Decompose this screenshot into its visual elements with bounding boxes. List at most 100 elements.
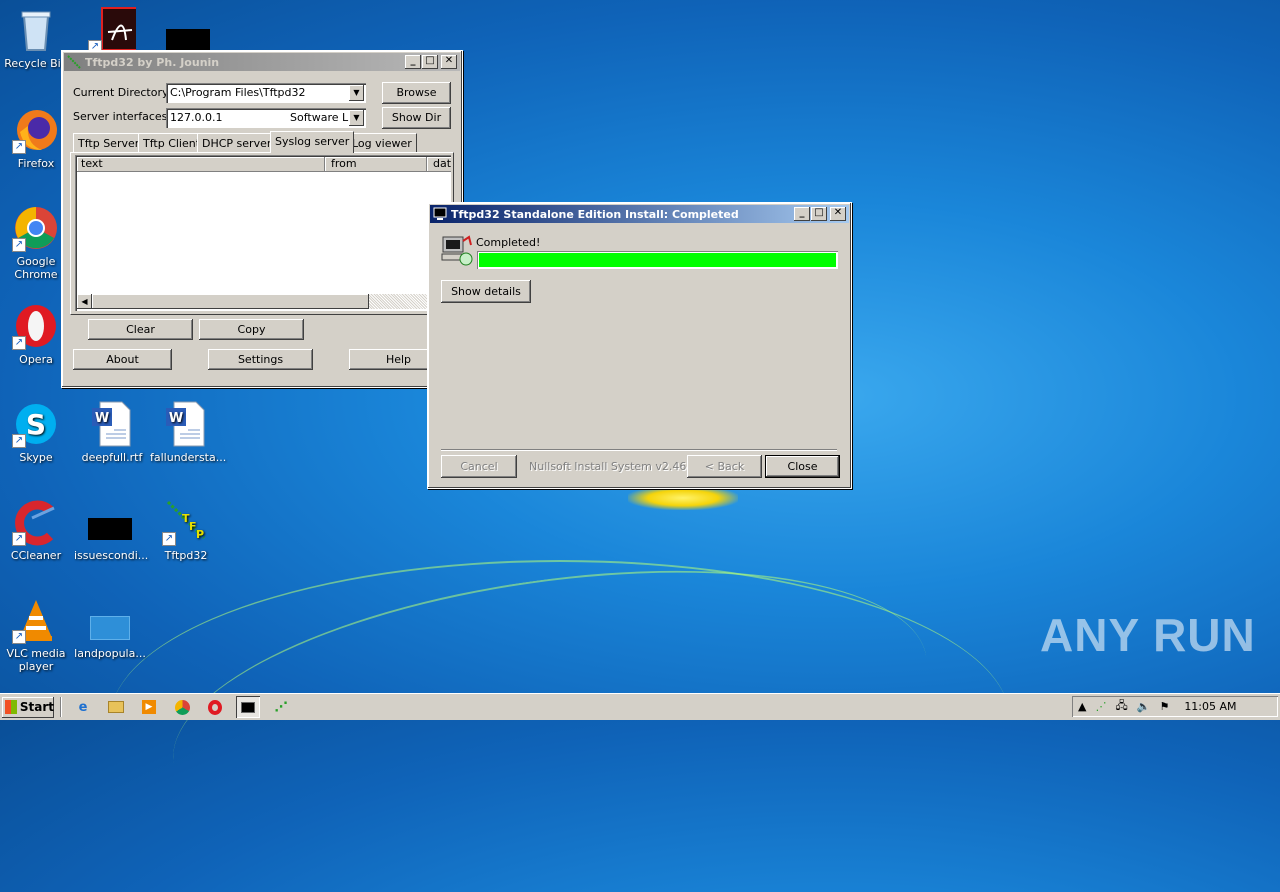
maximize-button[interactable]: □	[811, 207, 827, 221]
minimize-button[interactable]: _	[405, 55, 421, 69]
chevron-down-icon[interactable]: ▼	[349, 110, 364, 126]
tab-log-viewer[interactable]: Log viewer	[347, 133, 417, 152]
nsis-branding: Nullsoft Install System v2.46	[529, 460, 687, 473]
anyrun-watermark: ANY RUN	[1040, 609, 1256, 661]
taskbar-separator	[60, 697, 62, 717]
media-player-icon[interactable]: ▶	[137, 696, 161, 718]
desktop-icon-fallunderstand[interactable]: W fallundersta...	[150, 400, 227, 464]
ccleaner-icon: ↗	[12, 498, 60, 546]
chrome-taskbar-icon[interactable]	[170, 696, 194, 718]
acrobat-icon: ↗	[88, 6, 145, 54]
installer-footer-divider	[441, 449, 837, 451]
blank-file-icon	[86, 596, 134, 644]
window-title: Tftpd32 by Ph. Jounin	[85, 55, 220, 69]
shortcut-arrow-icon: ↗	[12, 532, 26, 546]
system-tray: ▲ ⋰ 🖧 🔈 ⚑ 11:05 AM	[1072, 696, 1278, 717]
wallpaper-flare	[628, 486, 738, 510]
svg-text:S: S	[26, 408, 46, 441]
desktop-icon-ccleaner[interactable]: ↗ CCleaner	[0, 498, 72, 562]
tftpd32-taskbar-icon[interactable]: ⋰	[269, 696, 293, 718]
close-window-button[interactable]: ✕	[441, 55, 457, 69]
word-document-icon: W	[88, 400, 136, 448]
maximize-button[interactable]: □	[422, 55, 438, 69]
server-interfaces-suffix: Software L	[290, 111, 349, 124]
scroll-left-button[interactable]: ◀	[77, 294, 92, 309]
opera-icon: ↗	[12, 302, 60, 350]
server-interfaces-combobox[interactable]: 127.0.0.1 Software L ▼	[166, 108, 366, 128]
installer-taskbar-button[interactable]	[236, 696, 260, 718]
scroll-thumb[interactable]	[92, 294, 369, 309]
chrome-icon: ↗	[12, 204, 60, 252]
list-header: text from dat	[77, 157, 451, 172]
current-directory-value: C:\Program Files\Tftpd32	[170, 86, 306, 99]
ie-icon[interactable]: e	[71, 696, 95, 718]
settings-button[interactable]: Settings	[208, 349, 313, 370]
desktop-icon-label: CCleaner	[10, 549, 62, 562]
network-icon[interactable]: 🖧	[1115, 697, 1127, 716]
browse-button[interactable]: Browse	[382, 82, 451, 104]
start-button[interactable]: Start	[2, 697, 54, 718]
tab-dhcp-server[interactable]: DHCP server	[197, 133, 277, 152]
recycle-bin-icon	[12, 6, 60, 54]
tftpd32-icon: TFP ↗	[162, 498, 210, 546]
black-file-icon	[166, 6, 210, 54]
clear-button[interactable]: Clear	[88, 319, 193, 340]
tftpd32-titlebar[interactable]: Tftpd32 by Ph. Jounin _ □ ✕	[64, 53, 460, 71]
shortcut-arrow-icon: ↗	[12, 238, 26, 252]
desktop-icon-label: issuescondi...	[74, 549, 149, 562]
desktop-icon-label: fallundersta...	[150, 451, 227, 464]
taskbar: Start e ▶ ⋰ ▲ ⋰ 🖧 🔈 ⚑ 11:05 AM	[0, 693, 1280, 720]
show-dir-button[interactable]: Show Dir	[382, 107, 451, 129]
tab-tftp-server[interactable]: Tftp Server	[73, 133, 145, 152]
desktop-icon-landpopula[interactable]: landpopula...	[74, 596, 146, 660]
black-file-icon	[86, 498, 134, 546]
install-progress-fill	[479, 253, 836, 267]
column-header-text[interactable]: text	[77, 157, 325, 172]
syslog-panel: text from dat ◀	[70, 152, 454, 315]
tab-tftp-client[interactable]: Tftp Client	[138, 133, 206, 152]
desktop-icon-skype[interactable]: S ↗ Skype	[0, 400, 72, 464]
back-button[interactable]: < Back	[687, 455, 762, 478]
tab-syslog-server[interactable]: Syslog server	[270, 131, 355, 153]
column-header-date[interactable]: dat	[427, 157, 451, 172]
syslog-list[interactable]: text from dat ◀	[75, 155, 451, 311]
installer-window[interactable]: Tftpd32 Standalone Edition Install: Comp…	[427, 202, 852, 489]
cancel-button[interactable]: Cancel	[441, 455, 517, 478]
desktop-icon-tftpd32[interactable]: TFP ↗ Tftpd32	[150, 498, 222, 562]
show-details-button[interactable]: Show details	[441, 280, 531, 303]
desktop-icon-label: Tftpd32	[164, 549, 208, 562]
desktop-icon-issuescondi[interactable]: issuescondi...	[74, 498, 149, 562]
close-button[interactable]: Close	[765, 455, 840, 478]
horizontal-scrollbar[interactable]: ◀	[77, 294, 451, 309]
opera-taskbar-icon[interactable]	[203, 696, 227, 718]
installer-titlebar[interactable]: Tftpd32 Standalone Edition Install: Comp…	[430, 205, 849, 223]
minimize-button[interactable]: _	[794, 207, 810, 221]
desktop-icon-label: deepfull.rtf	[81, 451, 143, 464]
desktop-icon-vlc[interactable]: ↗ VLC media player	[0, 596, 72, 673]
explorer-folder-icon[interactable]	[104, 696, 128, 718]
show-hidden-icons-icon[interactable]: ▲	[1078, 700, 1086, 713]
server-interfaces-value: 127.0.0.1	[170, 111, 223, 124]
desktop-icon-deepfull[interactable]: W deepfull.rtf	[76, 400, 148, 464]
tftpd32-window[interactable]: Tftpd32 by Ph. Jounin _ □ ✕ Current Dire…	[61, 50, 463, 388]
about-button[interactable]: About	[73, 349, 172, 370]
firefox-icon: ↗	[12, 106, 60, 154]
installer-computer-icon	[441, 235, 475, 269]
svg-text:W: W	[169, 411, 183, 426]
chevron-down-icon[interactable]: ▼	[349, 85, 364, 101]
desktop-icon-label: VLC media player	[6, 647, 66, 673]
column-header-from[interactable]: from	[325, 157, 427, 172]
desktop-icon-label: Skype	[19, 451, 53, 464]
action-center-flag-icon[interactable]: ⚑	[1159, 700, 1169, 713]
install-progress-bar	[477, 251, 838, 269]
tftpd-tray-icon[interactable]: ⋰	[1095, 700, 1106, 713]
clock[interactable]: 11:05 AM	[1184, 700, 1236, 713]
current-directory-combobox[interactable]: C:\Program Files\Tftpd32 ▼	[166, 83, 366, 103]
word-document-icon: W	[162, 400, 210, 448]
copy-button[interactable]: Copy	[199, 319, 304, 340]
close-window-button[interactable]: ✕	[830, 207, 846, 221]
shortcut-arrow-icon: ↗	[12, 630, 26, 644]
shortcut-arrow-icon: ↗	[12, 140, 26, 154]
shortcut-arrow-icon: ↗	[162, 532, 176, 546]
volume-icon[interactable]: 🔈	[1137, 700, 1151, 713]
